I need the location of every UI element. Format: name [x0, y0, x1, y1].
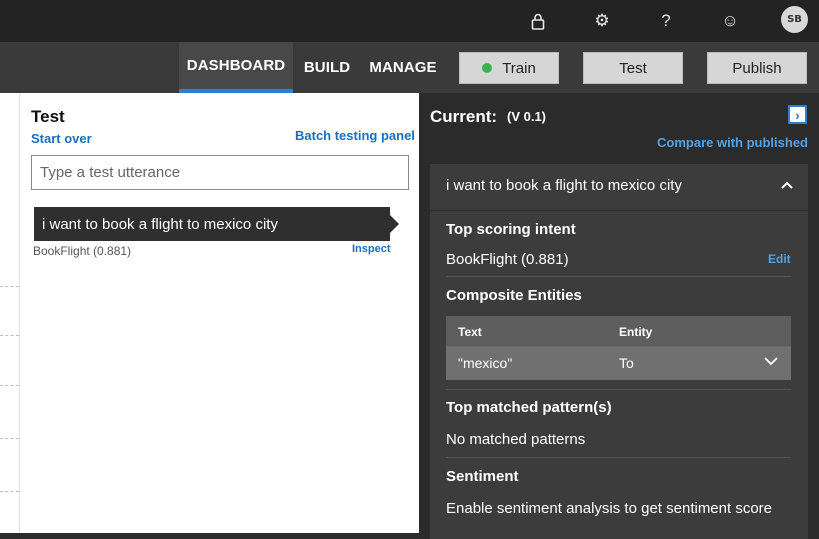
chevron-down-icon[interactable]	[764, 353, 778, 371]
divider	[0, 286, 19, 287]
divider	[0, 385, 19, 386]
table-header: Text Entity	[446, 316, 791, 346]
inspect-card: i want to book a flight to mexico city T…	[430, 164, 808, 539]
help-icon[interactable]: ?	[653, 8, 679, 34]
composite-entities-title: Composite Entities	[446, 287, 582, 304]
patterns-title: Top matched pattern(s)	[446, 399, 612, 416]
inspect-panel: Current: (V 0.1) › Compare with publishe…	[419, 93, 819, 539]
column-header-text: Text	[458, 325, 482, 339]
utterance-result[interactable]: i want to book a flight to mexico city	[34, 207, 390, 241]
avatar[interactable]: SB	[781, 6, 808, 33]
top-intent-value: BookFlight (0.881)	[446, 251, 569, 268]
current-label: Current:	[430, 107, 498, 126]
compare-published-link[interactable]: Compare with published	[657, 135, 808, 150]
tab-dashboard[interactable]: DASHBOARD	[179, 42, 293, 93]
smiley-icon[interactable]: ☺	[717, 8, 743, 34]
divider	[0, 335, 19, 336]
column-header-entity: Entity	[619, 325, 653, 339]
entity-table: Text Entity "mexico" To	[446, 316, 791, 380]
sentiment-value: Enable sentiment analysis to get sentime…	[446, 500, 773, 517]
train-status-dot	[482, 63, 493, 73]
divider	[446, 389, 791, 390]
gear-icon[interactable]: ⚙	[589, 8, 615, 34]
edit-intent-link[interactable]: Edit	[768, 252, 791, 266]
lock-icon[interactable]	[525, 8, 551, 34]
sentiment-title: Sentiment	[446, 468, 519, 485]
top-bar: ⚙ ? ☺ SB	[0, 0, 819, 42]
train-button[interactable]: Train	[459, 52, 559, 84]
test-button[interactable]: Test	[583, 52, 683, 84]
table-row[interactable]: "mexico" To	[446, 347, 791, 380]
inspect-link[interactable]: Inspect	[352, 243, 391, 255]
divider	[430, 210, 808, 211]
tab-build[interactable]: BUILD	[298, 42, 356, 93]
utterance-pointer	[390, 215, 399, 233]
batch-testing-link[interactable]: Batch testing panel	[295, 128, 415, 143]
top-intent-title: Top scoring intent	[446, 221, 576, 238]
publish-button[interactable]: Publish	[707, 52, 807, 84]
divider	[0, 438, 19, 439]
chevron-up-icon[interactable]	[781, 176, 793, 192]
nav-bar: DASHBOARD BUILD MANAGE Train Test Publis…	[0, 42, 819, 93]
entity-text-cell: "mexico"	[458, 355, 513, 371]
test-utterance-input[interactable]	[31, 155, 409, 190]
card-utterance: i want to book a flight to mexico city	[446, 177, 682, 194]
patterns-value: No matched patterns	[446, 431, 586, 448]
divider	[0, 491, 19, 492]
divider	[446, 276, 791, 277]
utterance-intent: BookFlight (0.881)	[33, 244, 132, 258]
train-button-label: Train	[502, 59, 536, 77]
version-label: (V 0.1)	[507, 109, 547, 124]
entity-type-cell: To	[619, 355, 634, 371]
divider	[446, 457, 791, 458]
test-panel: Test Start over Batch testing panel i wa…	[19, 93, 419, 533]
tab-manage[interactable]: MANAGE	[365, 42, 441, 93]
panel-title: Test	[31, 107, 65, 126]
background-page	[0, 93, 19, 533]
start-over-link[interactable]: Start over	[31, 131, 92, 146]
chevron-right-icon[interactable]: ›	[788, 105, 807, 124]
